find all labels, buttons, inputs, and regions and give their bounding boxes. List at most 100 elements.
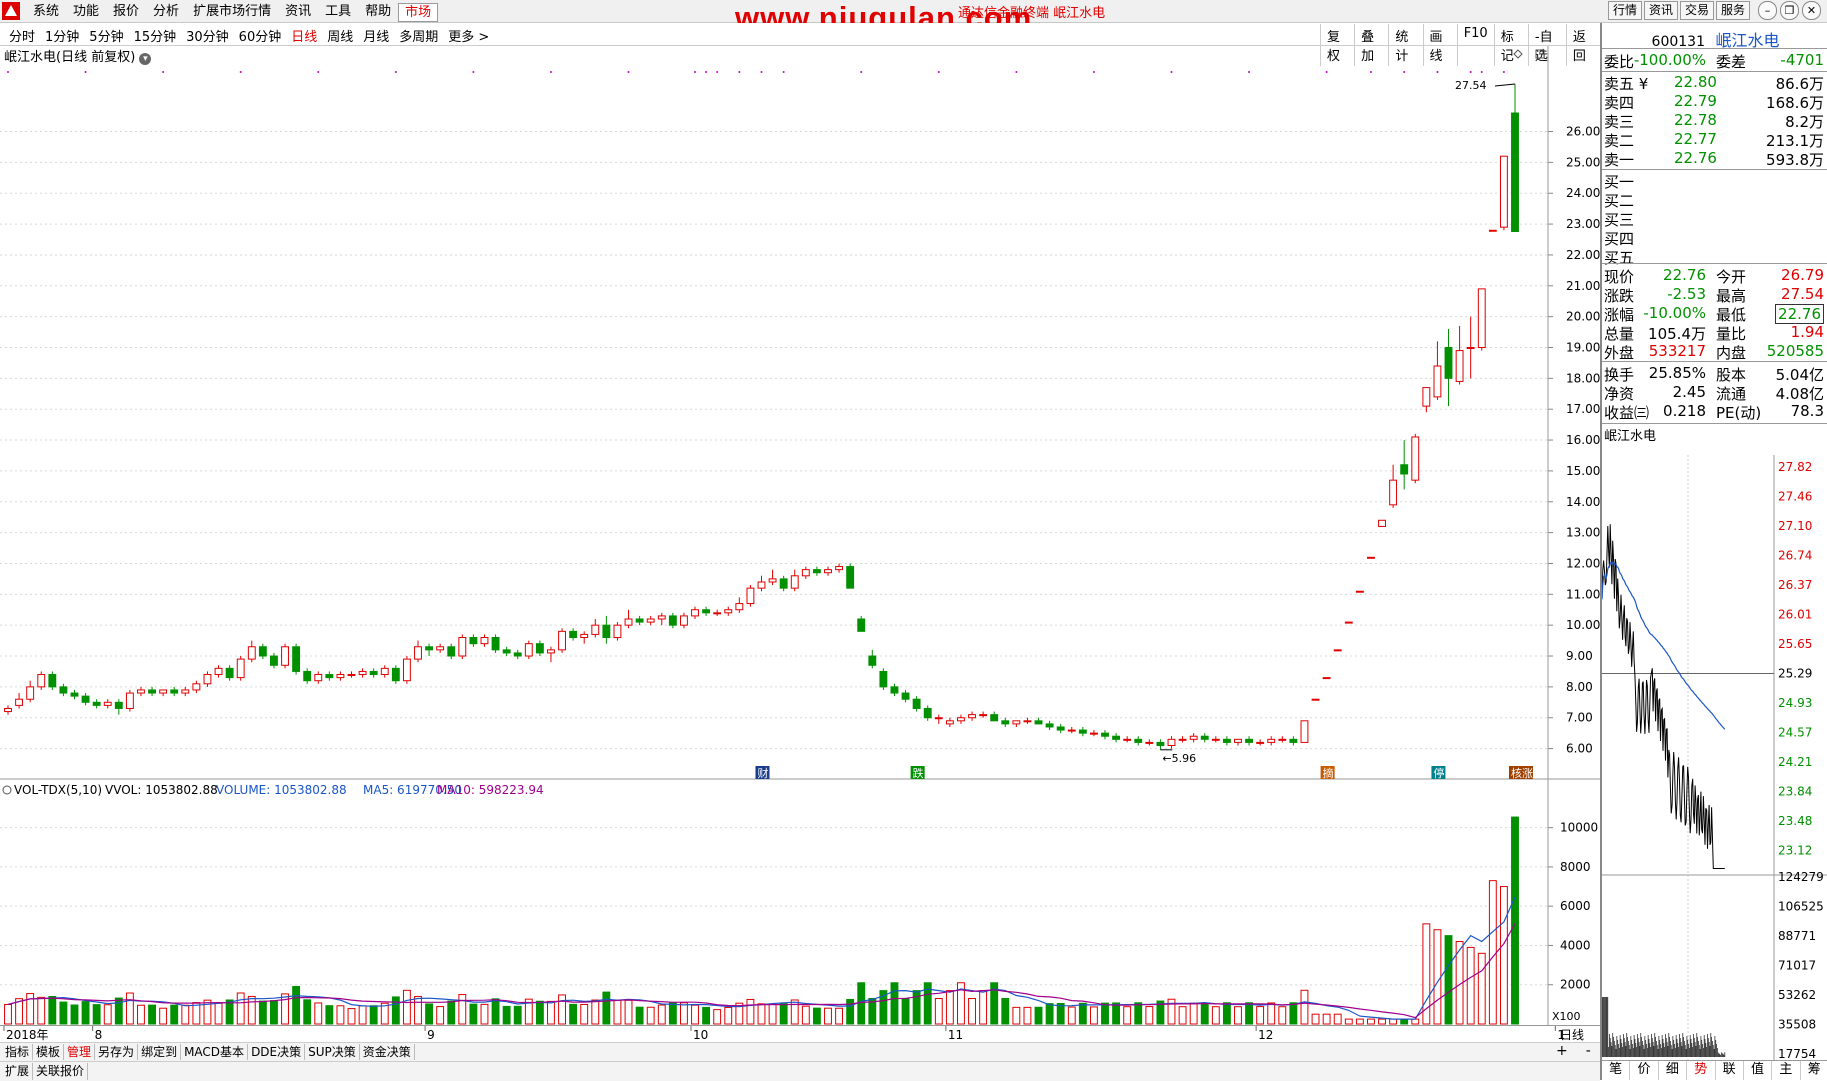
sell-row[interactable]: 卖二 22.77 213.1万 <box>1604 130 1826 150</box>
period-tab-1[interactable]: 1分钟 <box>40 26 84 45</box>
indicator-tab-1[interactable]: 模板 <box>33 1044 65 1060</box>
sell-row[interactable]: 卖一 22.76 593.8万 <box>1604 149 1826 169</box>
buy-row[interactable]: 买四 <box>1604 228 1826 248</box>
candle <box>657 612 666 626</box>
close-icon[interactable]: ✕ <box>1802 1 1821 20</box>
candle <box>1078 726 1087 737</box>
buy-row[interactable]: 买三 <box>1604 209 1826 229</box>
sell-row[interactable]: 卖四 22.79 168.6万 <box>1604 92 1826 112</box>
panel-tab-2[interactable]: 细 <box>1659 1061 1688 1080</box>
menu-item-0[interactable]: 系统 <box>26 3 66 22</box>
volume-bar <box>1466 946 1475 1025</box>
candle <box>923 705 932 721</box>
candle <box>1023 717 1032 724</box>
chevron-down-icon[interactable]: ▾ <box>139 53 152 65</box>
top-button-1[interactable]: 资讯 <box>1644 1 1679 20</box>
indicator-tab-4[interactable]: 绑定到 <box>138 1044 182 1060</box>
volume-chart[interactable]: 10000 8000 6000 4000 2000 X100 VOL-TDX(5,10) VV… <box>0 780 1600 1025</box>
info-dot <box>1325 71 1328 73</box>
candle <box>702 606 711 616</box>
volume-bar <box>236 992 245 1025</box>
candle <box>1322 677 1331 680</box>
candle <box>790 569 799 592</box>
sell-price: 22.76 <box>1674 149 1717 167</box>
panel-tab-4[interactable]: 联 <box>1716 1061 1744 1080</box>
menu-item-6[interactable]: 工具 <box>318 3 358 22</box>
extension-tab-0[interactable]: 扩展 <box>2 1063 34 1080</box>
top-button-3[interactable]: 服务 <box>1716 1 1751 20</box>
panel-tab-3[interactable]: 势 <box>1687 1061 1716 1080</box>
menu-item-2[interactable]: 报价 <box>106 3 146 22</box>
top-button-2[interactable]: 交易 <box>1680 1 1715 20</box>
mini-price-tick: 23.48 <box>1778 814 1812 828</box>
volume-tick-label: 6000 <box>1560 899 1591 913</box>
settings-icon[interactable] <box>2 785 12 795</box>
buy-row[interactable]: 买一 <box>1604 171 1826 191</box>
extension-tab-1[interactable]: 关联报价 <box>33 1063 89 1080</box>
menu-item-7[interactable]: 帮助 <box>358 3 398 22</box>
minimize-icon[interactable]: – <box>1758 1 1777 20</box>
diamond-icon[interactable] <box>1513 49 1523 59</box>
period-tab-2[interactable]: 5分钟 <box>84 26 128 45</box>
label: 现价 <box>1604 268 1635 286</box>
restore-icon[interactable]: ❐ <box>1780 1 1799 20</box>
candle <box>270 652 278 669</box>
candle <box>414 640 422 663</box>
panel-tab-1[interactable]: 价 <box>1630 1061 1659 1080</box>
sell-row[interactable]: 卖三 22.78 8.2万 <box>1604 111 1826 131</box>
period-tab-4[interactable]: 30分钟 <box>181 26 234 45</box>
panel-tab-7[interactable]: 筹 <box>1801 1061 1827 1080</box>
volume-header-label: VOLUME: 1053802.88 <box>216 783 347 797</box>
indicator-tab-3[interactable]: 另存为 <box>95 1044 139 1060</box>
price-tick-label: 8.00 <box>1566 680 1593 694</box>
candle <box>779 575 788 592</box>
info-dot <box>162 71 165 73</box>
period-tab-5[interactable]: 60分钟 <box>234 26 287 45</box>
panel-tab-0[interactable]: 笔 <box>1602 1061 1631 1080</box>
volume-bar <box>1300 989 1309 1025</box>
candle <box>1477 288 1486 351</box>
zoom-in-icon[interactable]: + <box>1556 1043 1568 1059</box>
candle <box>1267 736 1276 746</box>
period-tab-0[interactable]: 分时 <box>4 26 40 45</box>
candle <box>1355 590 1364 593</box>
volume-tick-label: 8000 <box>1560 860 1591 874</box>
menu-item-8[interactable]: 市场 <box>398 3 439 22</box>
label: 总量 <box>1604 325 1635 343</box>
zoom-out-icon[interactable]: - <box>1586 1043 1591 1059</box>
candle <box>480 634 489 647</box>
volume-bar <box>668 1001 677 1025</box>
period-tab-6[interactable]: 日线 <box>286 26 322 45</box>
volume-bar <box>292 985 301 1025</box>
menu-item-3[interactable]: 分析 <box>146 3 186 22</box>
period-tab-10[interactable]: 更多 > <box>443 26 494 45</box>
indicator-tab-0[interactable]: 指标 <box>2 1044 34 1060</box>
expand-icon[interactable] <box>1535 49 1545 59</box>
indicator-tab-2[interactable]: 管理 <box>64 1044 96 1060</box>
indicator-tab-8[interactable]: 资金决策 <box>360 1044 415 1060</box>
panel-tab-5[interactable]: 值 <box>1744 1061 1773 1080</box>
volume-bar <box>225 999 234 1025</box>
menu-item-4[interactable]: 扩展市场行情 <box>186 3 278 22</box>
volume-bar <box>1311 1013 1320 1025</box>
sell-row[interactable]: 卖五 ¥ 22.80 86.6万 <box>1604 73 1826 93</box>
price-tick-label: 21.00 <box>1566 279 1600 293</box>
indicator-tab-7[interactable]: SUP决策 <box>305 1044 360 1060</box>
mini-volume-tick: 106525 <box>1778 900 1824 914</box>
menu-item-5[interactable]: 资讯 <box>278 3 318 22</box>
period-tab-7[interactable]: 周线 <box>322 26 358 45</box>
period-tab-9[interactable]: 多周期 <box>394 26 443 45</box>
sell-price: 22.77 <box>1674 130 1717 148</box>
intraday-mini-chart[interactable]: 27.82 27.46 27.10 26.74 26.37 26.01 25.65 25.29… <box>1602 455 1827 1060</box>
indicator-tab-6[interactable]: DDE决策 <box>248 1044 306 1060</box>
candle <box>1001 717 1010 727</box>
indicator-tab-5[interactable]: MACD基本 <box>181 1044 249 1060</box>
candlestick-chart[interactable]: 26.00 25.00 24.00 23.00 22.00 21.00 20.00 19.00… <box>0 46 1600 780</box>
period-tab-8[interactable]: 月线 <box>358 26 394 45</box>
menu-item-1[interactable]: 功能 <box>66 3 106 22</box>
panel-tab-6[interactable]: 主 <box>1772 1061 1801 1080</box>
top-button-0[interactable]: 行情 <box>1608 1 1643 20</box>
mini-price-tick: 26.37 <box>1778 578 1812 592</box>
buy-row[interactable]: 买二 <box>1604 190 1826 210</box>
period-tab-3[interactable]: 15分钟 <box>129 26 182 45</box>
